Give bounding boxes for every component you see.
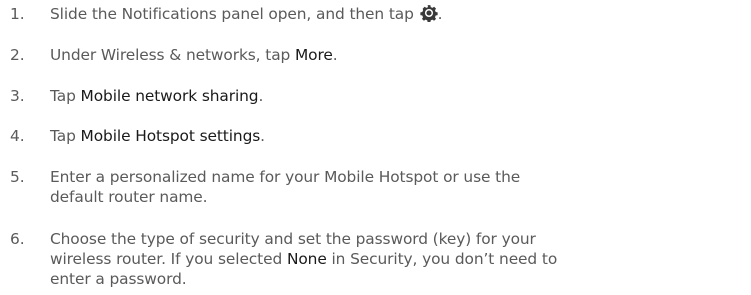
step-3: 3. Tap Mobile network sharing.: [0, 86, 740, 108]
step-text-before: Tap: [50, 87, 81, 105]
step-text: Tap Mobile Hotspot settings.: [50, 126, 730, 146]
step-text-after: .: [260, 127, 265, 145]
step-text: Enter a personalized name for your Mobil…: [50, 167, 730, 207]
ui-term-more: More: [295, 46, 333, 64]
step-text-before: Slide the Notifications panel open, and …: [50, 5, 419, 23]
step-line-2-after: in Security, you don’t need to: [326, 250, 558, 268]
step-text: Tap Mobile network sharing.: [50, 86, 730, 106]
ui-term-mobile-hotspot-settings: Mobile Hotspot settings: [80, 127, 261, 145]
step-6: 6. Choose the type of security and set t…: [0, 229, 740, 293]
step-4: 4. Tap Mobile Hotspot settings.: [0, 126, 740, 148]
step-text-after: .: [437, 5, 443, 23]
step-line-3: enter a password.: [50, 270, 187, 288]
step-text-after: .: [258, 87, 264, 105]
step-line-1: Enter a personalized name for your Mobil…: [50, 168, 521, 186]
step-number: 5.: [10, 168, 25, 186]
step-line-1: Choose the type of security and set the …: [50, 230, 536, 248]
step-text-before: Tap: [50, 127, 81, 145]
step-text: Under Wireless & networks, tap More.: [50, 45, 730, 65]
step-text: Choose the type of security and set the …: [50, 229, 730, 289]
step-5: 5. Enter a personalized name for your Mo…: [0, 167, 740, 209]
ui-term-none: None: [286, 250, 327, 268]
step-number: 3.: [10, 87, 25, 105]
step-line-2: default router name.: [50, 188, 208, 206]
step-2: 2. Under Wireless & networks, tap More.: [0, 45, 740, 67]
step-text: Slide the Notifications panel open, and …: [50, 4, 730, 24]
step-text-before: Under Wireless & networks, tap: [50, 46, 295, 64]
step-number: 1.: [10, 5, 25, 23]
step-text-after: .: [332, 46, 338, 64]
step-1: 1. Slide the Notifications panel open, a…: [0, 4, 740, 26]
instruction-list: 1. Slide the Notifications panel open, a…: [0, 0, 751, 295]
step-number: 6.: [10, 230, 25, 248]
step-number: 4.: [10, 127, 25, 145]
step-number: 2.: [10, 46, 25, 64]
step-line-2-before: wireless router. If you selected: [50, 250, 287, 268]
ui-term-mobile-network-sharing: Mobile network sharing: [80, 87, 259, 105]
settings-gear-icon: [419, 4, 438, 23]
